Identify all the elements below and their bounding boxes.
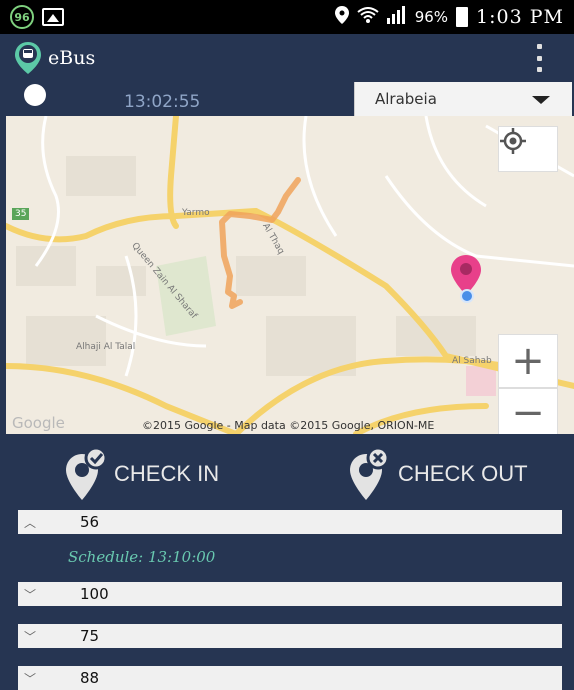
chevron-down-icon bbox=[532, 96, 550, 104]
location-icon bbox=[334, 5, 349, 29]
wifi-icon bbox=[357, 6, 379, 28]
schedule-text: Schedule: 13:10:00 bbox=[68, 548, 216, 566]
zoom-in-button[interactable]: + bbox=[498, 334, 558, 388]
status-bar: 96 96% 1:03 PM bbox=[0, 0, 574, 34]
chevron-up-icon: ︿ bbox=[23, 515, 36, 530]
overflow-menu-icon[interactable] bbox=[534, 44, 544, 72]
check-in-button[interactable]: CHECK IN bbox=[62, 446, 219, 502]
route-number: 88 bbox=[80, 669, 100, 687]
map-attribution: ©2015 Google - Map data ©2015 Google, OR… bbox=[142, 419, 435, 432]
route-row[interactable]: ﹀ 100 bbox=[18, 582, 562, 606]
current-location-icon bbox=[460, 289, 474, 303]
stop-dropdown[interactable]: Alrabeia bbox=[354, 82, 572, 116]
road-number-badge: 35 bbox=[12, 208, 30, 220]
map-street-label: Al Sahab bbox=[452, 356, 492, 366]
bus-pin-logo-icon bbox=[14, 41, 42, 75]
my-location-button[interactable] bbox=[498, 126, 558, 172]
signal-icon bbox=[386, 5, 407, 29]
crosshair-icon bbox=[500, 128, 526, 154]
chevron-down-icon: ﹀ bbox=[23, 629, 36, 644]
info-row: 13:02:55 Alrabeia bbox=[0, 82, 574, 116]
zoom-out-button[interactable]: − bbox=[498, 388, 558, 434]
status-time: 1:03 PM bbox=[476, 6, 564, 28]
current-time: 13:02:55 bbox=[124, 92, 201, 112]
check-out-label: CHECK OUT bbox=[398, 461, 528, 486]
map-street-label: Alhaji Al Talal bbox=[76, 342, 136, 352]
route-row[interactable]: ︿ 56 bbox=[18, 510, 562, 534]
route-row[interactable]: ﹀ 75 bbox=[18, 624, 562, 648]
battery-percent: 96% bbox=[414, 8, 449, 26]
check-out-button[interactable]: CHECK OUT bbox=[346, 446, 528, 502]
route-number: 100 bbox=[80, 585, 109, 603]
gallery-icon bbox=[42, 8, 64, 26]
check-in-label: CHECK IN bbox=[114, 461, 220, 486]
route-number: 75 bbox=[80, 627, 100, 645]
notification-badge: 96 bbox=[10, 5, 34, 29]
map-view[interactable]: 35 Yarmo Al Thaq Queen Zain Al Sharaf Al… bbox=[6, 116, 574, 434]
app-title: eBus bbox=[48, 47, 96, 69]
check-out-pin-icon bbox=[346, 446, 392, 502]
stop-selected-value: Alrabeia bbox=[375, 90, 437, 108]
route-row[interactable]: ﹀ 88 bbox=[18, 666, 562, 690]
map-roads bbox=[6, 116, 574, 434]
battery-icon bbox=[456, 7, 469, 27]
check-actions: CHECK IN CHECK OUT bbox=[0, 438, 574, 508]
google-watermark: Google bbox=[12, 414, 65, 432]
check-in-pin-icon bbox=[62, 446, 108, 502]
app-bar: eBus bbox=[0, 34, 574, 82]
user-avatar-icon[interactable] bbox=[20, 82, 50, 116]
map-street-label: Yarmo bbox=[182, 208, 210, 218]
chevron-down-icon: ﹀ bbox=[23, 587, 36, 602]
route-number: 56 bbox=[80, 513, 100, 531]
